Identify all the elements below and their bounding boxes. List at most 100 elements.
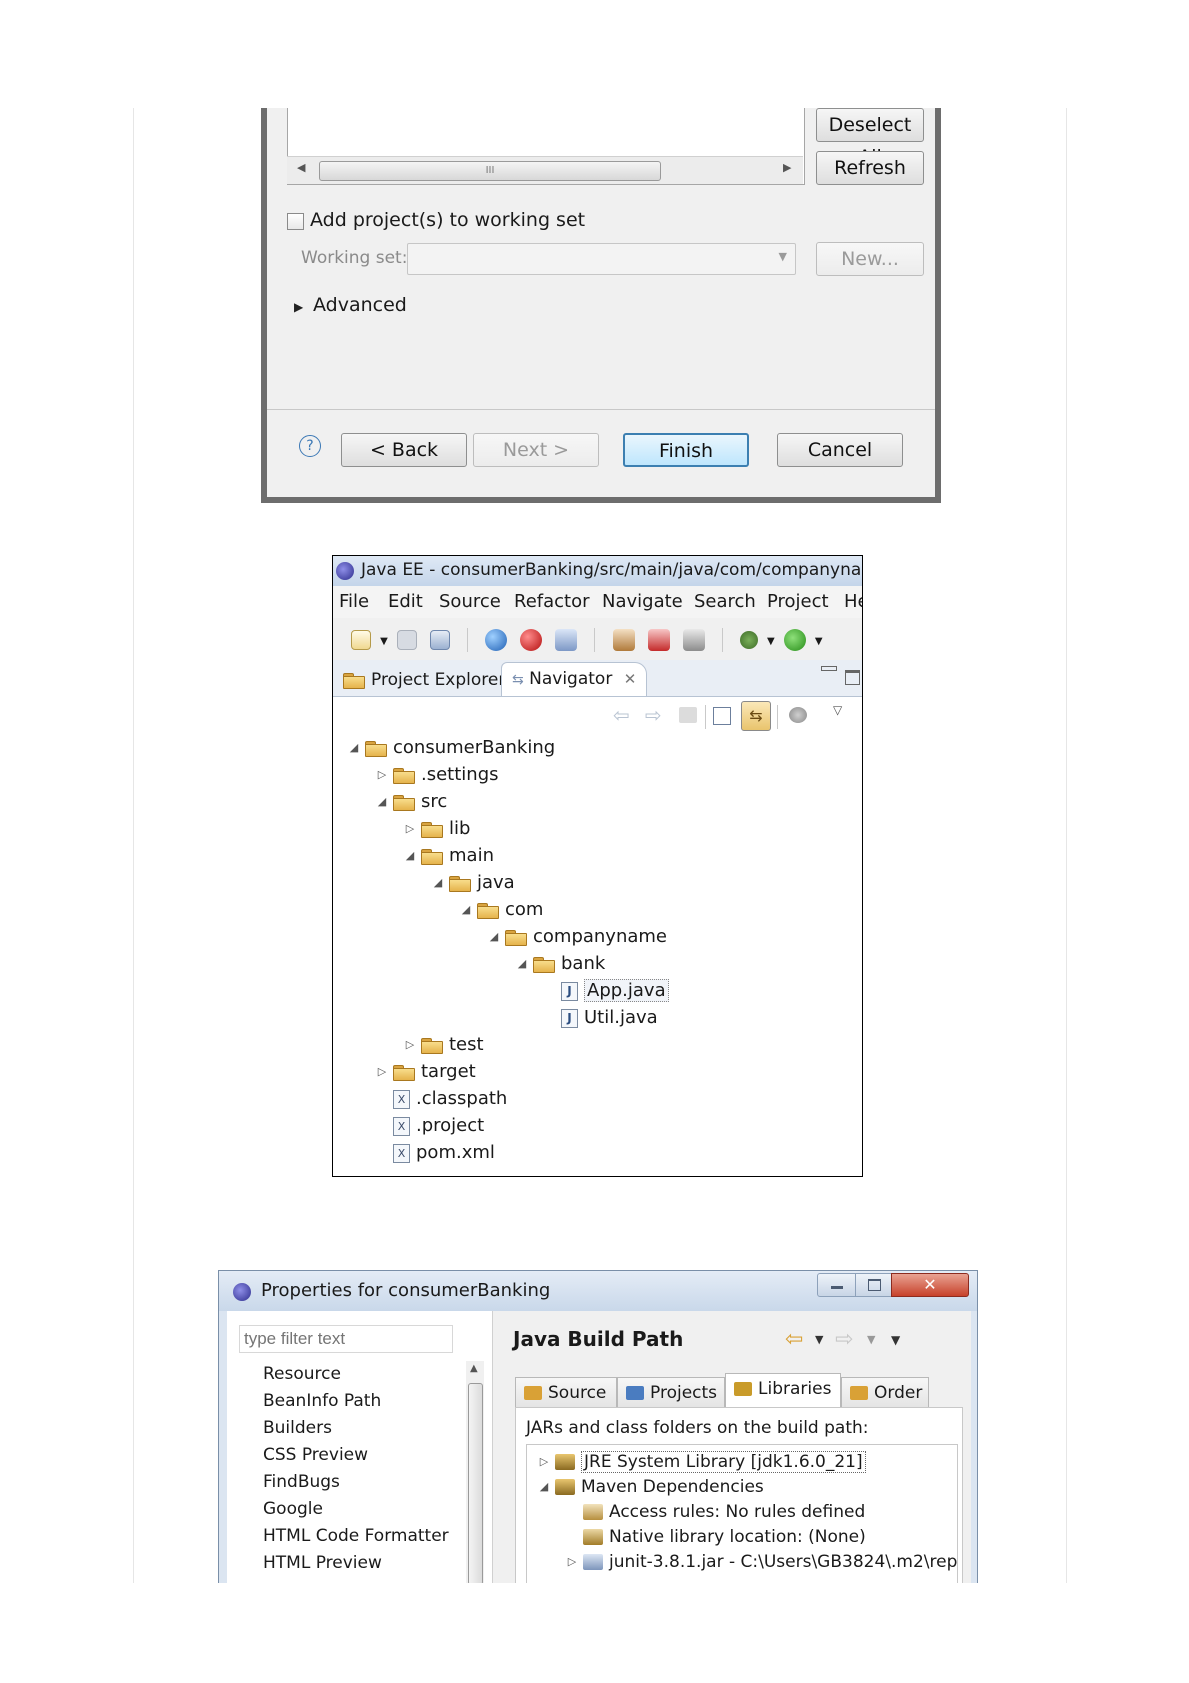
expanded-arrow-icon[interactable]: ◢ <box>515 951 529 977</box>
tab-libraries[interactable]: Libraries <box>725 1373 841 1408</box>
menu-edit[interactable]: Edit <box>388 586 423 618</box>
properties-nav-item[interactable]: HTML Code Formatter <box>263 1523 449 1549</box>
finish-button[interactable]: Finish <box>623 433 749 467</box>
tree-item[interactable]: ◢ consumerBanking <box>347 735 555 761</box>
scroll-thumb[interactable]: III <box>319 161 661 181</box>
run-dropdown-icon[interactable]: ▼ <box>815 636 823 647</box>
close-button[interactable]: ✕ <box>891 1273 969 1297</box>
scroll-right-icon[interactable]: ▶ <box>783 161 791 174</box>
library-item[interactable]: ▷ JRE System Library [jdk1.6.0_21] <box>537 1449 866 1475</box>
properties-nav-item[interactable]: Builders <box>263 1415 332 1441</box>
tree-item[interactable]: ▷ .settings <box>375 762 499 788</box>
tree-item[interactable]: ◢ main <box>403 843 494 869</box>
scroll-thumb[interactable] <box>468 1383 483 1583</box>
library-item[interactable]: ▷ junit-3.8.1.jar - C:\Users\GB3824\.m2\r… <box>565 1549 957 1575</box>
properties-nav-item[interactable]: FindBugs <box>263 1469 340 1495</box>
view-menu-icon[interactable]: ▽ <box>833 703 842 717</box>
debug-icon[interactable] <box>739 630 758 649</box>
new-wizard-icon[interactable] <box>351 629 371 650</box>
collapsed-arrow-icon[interactable]: ▷ <box>375 762 389 788</box>
tree-item[interactable]: ◢ companyname <box>487 924 667 950</box>
findbugs-clear-icon[interactable] <box>647 628 670 651</box>
menu-file[interactable]: File <box>339 586 369 618</box>
horizontal-scrollbar[interactable]: ◀ III ▶ <box>287 156 803 184</box>
tab-project-explorer[interactable]: Project Explorer <box>337 665 511 695</box>
web-browser-icon[interactable] <box>485 628 508 651</box>
expanded-arrow-icon[interactable]: ◢ <box>403 843 417 869</box>
back-dropdown-icon[interactable]: ▼ <box>815 1333 823 1346</box>
advanced-label[interactable]: Advanced <box>313 294 407 316</box>
expanded-arrow-icon[interactable]: ◢ <box>459 897 473 923</box>
deselect-all-button[interactable]: Deselect All <box>816 108 924 168</box>
refresh-button[interactable]: Refresh <box>816 151 924 185</box>
tab-projects[interactable]: Projects <box>617 1377 725 1408</box>
properties-nav-item[interactable]: CSS Preview <box>263 1442 368 1468</box>
print-icon[interactable] <box>429 629 450 650</box>
run-icon[interactable] <box>783 628 806 651</box>
tab-order[interactable]: Order <box>841 1377 929 1408</box>
minimize-view-icon[interactable] <box>821 666 837 671</box>
tree-item[interactable]: J Util.java <box>543 1005 658 1031</box>
tree-item[interactable]: ◢ com <box>459 897 544 923</box>
collapsed-arrow-icon[interactable]: ▷ <box>403 1032 417 1058</box>
tree-item[interactable]: ◢ bank <box>515 951 606 977</box>
tab-source[interactable]: Source <box>515 1377 617 1408</box>
new-dropdown-icon[interactable]: ▼ <box>380 636 388 647</box>
tree-item[interactable]: ◢ java <box>431 870 515 896</box>
properties-nav-item[interactable]: HTML Preview <box>263 1550 382 1576</box>
tab-navigator[interactable]: ⇆ Navigator ✕ <box>501 662 648 696</box>
expanded-arrow-icon[interactable]: ◢ <box>487 924 501 950</box>
tree-item[interactable]: ▷ test <box>403 1032 484 1058</box>
findbugs-icon[interactable] <box>612 628 635 651</box>
scroll-left-icon[interactable]: ◀ <box>297 161 305 174</box>
tree-item[interactable]: Xpom.xml <box>375 1140 495 1166</box>
expanded-arrow-icon[interactable]: ◢ <box>537 1474 551 1500</box>
expanded-arrow-icon[interactable]: ◢ <box>347 735 361 761</box>
maximize-view-icon[interactable] <box>845 670 860 685</box>
menu-refactor[interactable]: Refactor <box>514 586 590 618</box>
collapsed-arrow-icon[interactable]: ▷ <box>375 1059 389 1085</box>
properties-nav-item[interactable]: Google <box>263 1496 323 1522</box>
library-item[interactable]: Access rules: No rules defined <box>565 1499 865 1525</box>
advanced-expand-icon[interactable]: ▶ <box>294 300 303 314</box>
help-icon[interactable]: ? <box>299 435 321 457</box>
link-with-editor-icon[interactable]: ⇆ <box>741 701 771 731</box>
close-icon[interactable]: ✕ <box>624 670 637 688</box>
library-item[interactable]: Native library location: (None) <box>565 1524 866 1550</box>
google-deploy-icon[interactable] <box>520 628 543 651</box>
collapsed-arrow-icon[interactable]: ▷ <box>537 1449 551 1475</box>
maximize-button[interactable] <box>855 1273 893 1297</box>
tree-item[interactable]: X .project <box>375 1113 484 1139</box>
properties-nav-item[interactable]: BeanInfo Path <box>263 1388 381 1414</box>
collapsed-arrow-icon[interactable]: ▷ <box>565 1549 579 1575</box>
filter-input[interactable] <box>239 1325 453 1353</box>
minimize-button[interactable] <box>817 1273 857 1297</box>
properties-nav-item[interactable]: Resource <box>263 1361 341 1387</box>
back-button[interactable]: < Back <box>341 433 467 467</box>
tree-item[interactable]: ◢ src <box>375 789 448 815</box>
collapsed-arrow-icon[interactable]: ▷ <box>403 816 417 842</box>
working-set-checkbox[interactable] <box>287 213 304 230</box>
filters-icon[interactable] <box>789 707 807 723</box>
nav-scrollbar[interactable]: ▲ <box>466 1361 484 1583</box>
add-to-working-set-label[interactable]: Add project(s) to working set <box>310 209 585 231</box>
expanded-arrow-icon[interactable]: ◢ <box>375 789 389 815</box>
tree-item[interactable]: X .classpath <box>375 1086 507 1112</box>
tree-item[interactable]: ▷ target <box>375 1059 476 1085</box>
tree-item[interactable]: ▷ lib <box>403 816 471 842</box>
tree-item[interactable]: J App.java <box>543 978 669 1004</box>
library-item[interactable]: ◢ Maven Dependencies <box>537 1474 764 1500</box>
gwt-icon[interactable] <box>555 628 578 651</box>
menu-help[interactable]: He <box>844 586 862 618</box>
cancel-button[interactable]: Cancel <box>777 433 903 467</box>
scroll-up-icon[interactable]: ▲ <box>470 1363 478 1374</box>
menu-project[interactable]: Project <box>767 586 829 618</box>
debug-dropdown-icon[interactable]: ▼ <box>767 636 775 647</box>
view-menu-icon[interactable]: ▼ <box>891 1333 900 1347</box>
back-arrow-icon[interactable]: ⇦ <box>785 1327 803 1352</box>
collapse-all-icon[interactable] <box>713 707 731 725</box>
menu-navigate[interactable]: Navigate <box>602 586 683 618</box>
menu-source[interactable]: Source <box>439 586 501 618</box>
findbugs-report-icon[interactable] <box>682 628 705 651</box>
expanded-arrow-icon[interactable]: ◢ <box>431 870 445 896</box>
